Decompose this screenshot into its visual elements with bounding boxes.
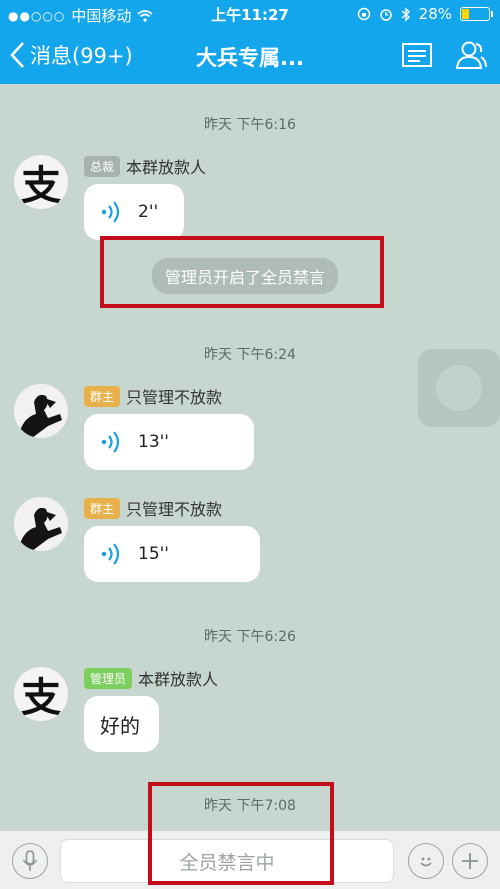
voice-duration: 13'' <box>138 432 169 452</box>
plus-icon <box>462 853 478 869</box>
smiley-icon <box>420 857 432 867</box>
nav-bar: 消息(99+) 大兵专属... <box>0 28 500 84</box>
group-notice-icon[interactable] <box>400 38 434 72</box>
battery-percent: 28% <box>418 5 452 23</box>
sender-name: 只管理不放款 <box>126 500 223 519</box>
text-message[interactable]: 好的 <box>84 696 159 752</box>
chat-area[interactable]: 昨天 下午6:16 支 总裁 本群放款人 2'' 管理员开启了全员禁言 昨天 下… <box>0 84 500 830</box>
voice-input-button[interactable] <box>12 843 48 879</box>
avatar[interactable]: 支 <box>14 667 68 721</box>
voice-wave-icon <box>101 543 120 565</box>
sender-name: 只管理不放款 <box>126 388 223 407</box>
alarm-icon <box>379 9 392 21</box>
sender-line: 管理员 本群放款人 <box>84 666 218 690</box>
voice-message[interactable]: 15'' <box>84 526 260 582</box>
timestamp: 昨天 下午6:16 <box>204 117 296 133</box>
group-members-icon[interactable] <box>454 38 488 72</box>
role-badge: 管理员 <box>84 667 133 689</box>
rotation-lock-icon <box>357 7 370 21</box>
avatar-figure-icon <box>14 497 68 551</box>
role-badge: 群主 <box>84 385 121 407</box>
role-badge: 群主 <box>84 497 121 519</box>
highlight-box <box>100 236 384 308</box>
bluetooth-icon <box>401 6 410 22</box>
avatar-char: 支 <box>21 162 61 209</box>
avatar-char: 支 <box>21 674 61 721</box>
avatar-figure-icon <box>14 384 68 438</box>
more-button[interactable] <box>452 843 488 879</box>
assistive-touch-knob <box>436 365 482 411</box>
status-bar: ●●○○○ 中国移动 上午11:27 28% <box>0 0 500 28</box>
voice-wave-icon <box>101 431 120 453</box>
battery-icon <box>460 7 493 21</box>
assistive-touch-button[interactable] <box>418 349 500 427</box>
microphone-icon <box>22 850 38 871</box>
sender-line: 总裁 本群放款人 <box>84 154 206 178</box>
voice-message[interactable]: 2'' <box>84 184 184 240</box>
avatar[interactable] <box>14 384 68 438</box>
sender-name: 本群放款人 <box>126 158 207 177</box>
avatar[interactable]: 支 <box>14 155 68 209</box>
highlight-box <box>148 782 334 885</box>
timestamp: 昨天 下午6:26 <box>204 629 296 645</box>
voice-duration: 2'' <box>138 202 159 222</box>
voice-message[interactable]: 13'' <box>84 414 254 470</box>
sender-name: 本群放款人 <box>138 670 219 689</box>
sender-line: 群主 只管理不放款 <box>84 384 222 408</box>
voice-duration: 15'' <box>138 544 169 564</box>
avatar[interactable] <box>14 497 68 551</box>
sender-line: 群主 只管理不放款 <box>84 496 222 520</box>
role-badge: 总裁 <box>84 155 121 177</box>
voice-wave-icon <box>101 201 120 223</box>
emoji-button[interactable] <box>408 843 444 879</box>
